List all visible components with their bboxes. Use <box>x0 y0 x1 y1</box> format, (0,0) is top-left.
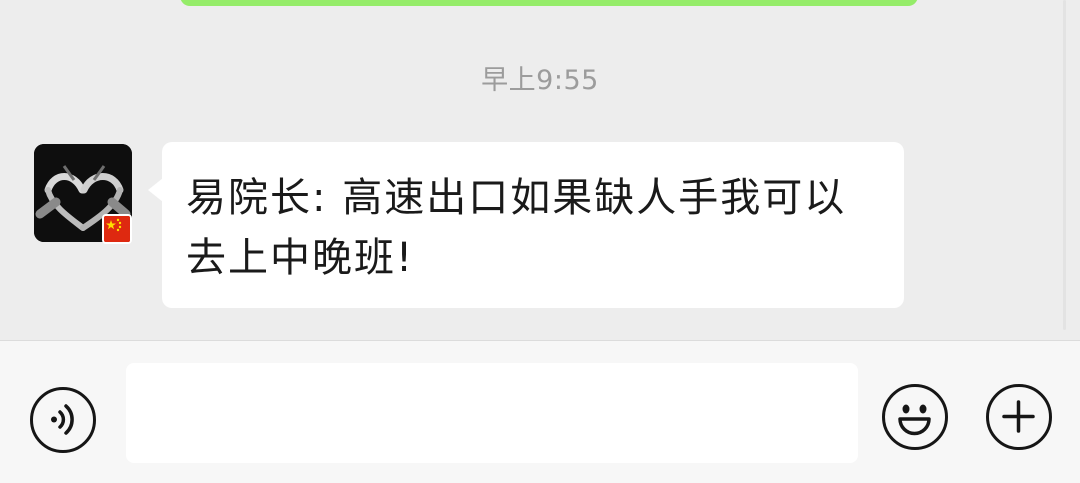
more-functions-button[interactable] <box>986 384 1052 450</box>
scrollbar[interactable] <box>1063 0 1066 330</box>
voice-icon <box>51 404 74 435</box>
chat-input-bar <box>0 340 1080 483</box>
message-text: 易院长: 高速出口如果缺人手我可以去上中晚班! <box>186 175 847 281</box>
voice-input-button[interactable] <box>30 387 96 453</box>
message-input[interactable] <box>126 363 858 463</box>
received-message-bubble[interactable]: 易院长: 高速出口如果缺人手我可以去上中晚班! <box>148 142 904 308</box>
previous-sent-message-bubble[interactable] <box>180 0 918 6</box>
emoji-button[interactable] <box>882 384 948 450</box>
plus-icon <box>1002 400 1035 433</box>
message-timestamp: 早上9:55 <box>481 65 599 96</box>
emoji-icon <box>898 404 931 436</box>
china-flag-badge-icon <box>102 214 132 244</box>
chat-message-area[interactable]: 早上9:55 易院长: 高速出口如果缺人手我可以去上中晚班! <box>0 0 1080 340</box>
bubble-tail <box>148 178 163 202</box>
